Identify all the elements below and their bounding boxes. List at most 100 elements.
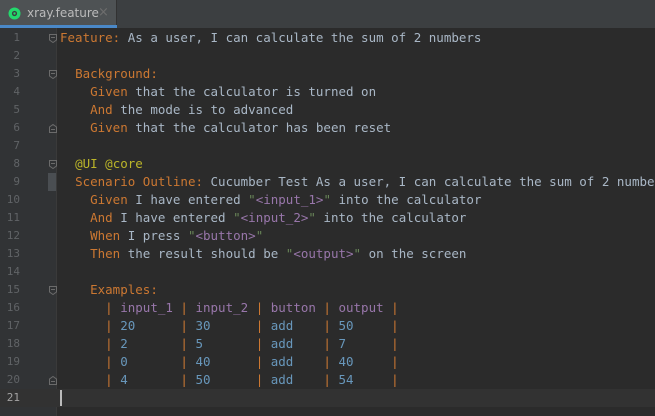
token-pipe: |: [248, 336, 271, 351]
code-line[interactable]: 21: [0, 389, 655, 407]
token-pipe: |: [172, 300, 196, 315]
code-line[interactable]: 7: [0, 137, 655, 155]
token-txt: that the calculator has been reset: [127, 120, 392, 135]
line-code: | 20 | 30 | add | 50 |: [60, 317, 399, 335]
token-val: 40: [338, 354, 384, 369]
code-line[interactable]: 12 When I press "<button>": [0, 227, 655, 245]
fold-open-icon[interactable]: [49, 286, 57, 295]
code-editor[interactable]: 1 Feature: As a user, I can calculate the…: [0, 28, 655, 416]
token-txt: As a user, I can calculate the sum of 2 …: [120, 30, 482, 45]
token-pipe: |: [248, 372, 271, 387]
scenario-gutter-marker: [48, 173, 56, 191]
code-line[interactable]: 3 Background:: [0, 65, 655, 83]
token-val: 54: [338, 372, 384, 387]
token-hdr: output: [338, 300, 384, 315]
code-line[interactable]: 11 And I have entered "<input_2>" into t…: [0, 209, 655, 227]
token-tag: @UI @core: [75, 156, 143, 171]
token-pipe: |: [105, 336, 121, 351]
line-number: 19: [6, 355, 20, 368]
line-code: Given that the calculator is turned on: [60, 83, 376, 101]
code-line[interactable]: 14: [0, 263, 655, 281]
token-val: 20: [120, 318, 173, 333]
code-line[interactable]: 18 | 2 | 5 | add | 7 |: [0, 335, 655, 353]
code-line[interactable]: 16 | input_1 | input_2 | button | output…: [0, 299, 655, 317]
fold-open-icon[interactable]: [49, 70, 57, 79]
fold-close-icon[interactable]: [49, 376, 57, 385]
code-line[interactable]: 6 Given that the calculator has been res…: [0, 119, 655, 137]
code-line[interactable]: 9 Scenario Outline: Cucumber Test As a u…: [0, 173, 655, 191]
token-kw: Examples:: [90, 282, 158, 297]
token-kw: When: [90, 228, 121, 243]
token-txt: I have entered: [127, 192, 249, 207]
token-val: 50: [195, 372, 249, 387]
token-kw: And: [90, 210, 113, 225]
token-pipe: |: [105, 318, 121, 333]
fold-open-icon[interactable]: [49, 34, 57, 43]
fold-open-icon[interactable]: [49, 160, 57, 169]
line-number: 11: [6, 211, 20, 224]
line-number: 16: [6, 301, 20, 314]
code-line[interactable]: 8 @UI @core: [0, 155, 655, 173]
token-pipe: |: [383, 372, 399, 387]
token-txt: into the calculator: [315, 210, 467, 225]
code-line[interactable]: 2: [0, 47, 655, 65]
token-val: 30: [195, 318, 249, 333]
line-code: And I have entered "<input_2>" into the …: [60, 209, 466, 227]
token-pipe: |: [383, 354, 399, 369]
token-txt: I press: [120, 228, 188, 243]
code-line[interactable]: 17 | 20 | 30 | add | 50 |: [0, 317, 655, 335]
token-pipe: |: [315, 354, 339, 369]
line-number: 5: [13, 103, 20, 116]
token-val: add: [270, 354, 316, 369]
code-line[interactable]: 19 | 0 | 40 | add | 40 |: [0, 353, 655, 371]
code-line[interactable]: 5 And the mode is to advanced: [0, 101, 655, 119]
line-number: 15: [6, 283, 20, 296]
token-str: ": [323, 192, 331, 207]
token-val: add: [270, 336, 316, 351]
code-line[interactable]: 10 Given I have entered "<input_1>" into…: [0, 191, 655, 209]
line-code: Feature: As a user, I can calculate the …: [60, 29, 481, 47]
token-kw: Given: [90, 120, 128, 135]
token-pipe: |: [172, 318, 196, 333]
token-pipe: |: [172, 336, 196, 351]
close-icon[interactable]: ×: [98, 5, 109, 21]
line-code: Given that the calculator has been reset: [60, 119, 391, 137]
token-kw: Background:: [75, 66, 158, 81]
code-line[interactable]: 13 Then the result should be "<output>" …: [0, 245, 655, 263]
code-line[interactable]: 1 Feature: As a user, I can calculate the…: [0, 29, 655, 47]
token-hdr: input_2: [195, 300, 249, 315]
token-txt: the mode is to advanced: [112, 102, 294, 117]
token-txt: that the calculator is turned on: [127, 84, 377, 99]
token-val: 5: [195, 336, 249, 351]
token-pipe: |: [105, 372, 121, 387]
token-val: 40: [195, 354, 249, 369]
line-code: And the mode is to advanced: [60, 101, 293, 119]
line-code: @UI @core: [60, 155, 143, 173]
code-line[interactable]: 20 | 4 | 50 | add | 54 |: [0, 371, 655, 389]
line-number: 9: [13, 175, 20, 188]
line-number: 21: [6, 391, 20, 404]
line-code: Scenario Outline: Cucumber Test As a use…: [60, 173, 655, 191]
code-line[interactable]: 4 Given that the calculator is turned on: [0, 83, 655, 101]
code-line[interactable]: 15 Examples:: [0, 281, 655, 299]
tab-filename: xray.feature: [27, 6, 99, 20]
token-pipe: |: [315, 318, 339, 333]
token-pipe: |: [315, 372, 339, 387]
token-str: ": [233, 210, 241, 225]
token-val: 2: [120, 336, 173, 351]
token-val: 4: [120, 372, 173, 387]
tab-xray-feature[interactable]: xray.feature ×: [0, 0, 117, 28]
token-pipe: |: [383, 300, 399, 315]
fold-close-icon[interactable]: [49, 124, 57, 133]
line-number: 12: [6, 229, 20, 242]
line-code: Then the result should be "<output>" on …: [60, 245, 466, 263]
